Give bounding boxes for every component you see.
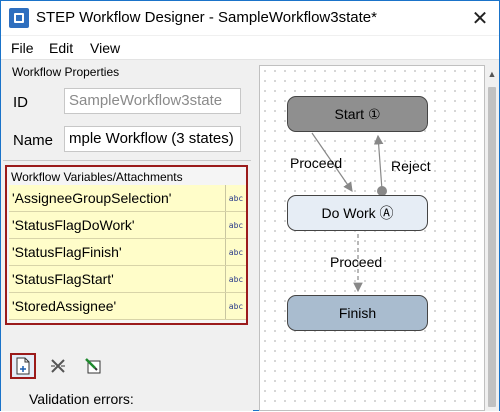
window-title: STEP Workflow Designer - SampleWorkflow3… — [36, 9, 377, 26]
app-window: STEP Workflow Designer - SampleWorkflow3… — [0, 0, 500, 411]
transition-label: Reject — [391, 158, 431, 174]
variable-name: 'StoredAssignee' — [9, 293, 226, 319]
list-item[interactable]: 'StoredAssignee' abc — [9, 293, 246, 320]
name-field[interactable]: mple Workflow (3 states) — [64, 126, 241, 152]
transition-label: Proceed — [290, 155, 343, 171]
workflow-diagram-canvas[interactable]: Start ① Do Work Ⓐ Finish Proceed Reject … — [259, 65, 485, 411]
scroll-thumb[interactable] — [488, 87, 496, 407]
state-finish[interactable]: Finish — [287, 295, 428, 331]
list-item[interactable]: 'AssigneeGroupSelection' abc — [9, 185, 246, 212]
variables-heading: Workflow Variables/Attachments — [11, 170, 183, 184]
list-item[interactable]: 'StatusFlagDoWork' abc — [9, 212, 246, 239]
id-label: ID — [13, 94, 28, 111]
add-variable-icon — [16, 357, 30, 375]
name-label: Name — [13, 132, 54, 149]
title-bar[interactable]: STEP Workflow Designer - SampleWorkflow3… — [1, 1, 499, 35]
variables-list: 'AssigneeGroupSelection' abc 'StatusFlag… — [9, 185, 246, 320]
edit-variable-button[interactable] — [80, 353, 106, 379]
properties-panel: Workflow Properties ID SampleWorkflow3st… — [1, 61, 253, 411]
delete-variable-button[interactable] — [45, 353, 71, 379]
section-divider — [3, 160, 251, 161]
state-label: Finish — [338, 305, 377, 321]
state-label: Do Work Ⓐ — [321, 205, 394, 221]
variable-name: 'StatusFlagFinish' — [9, 239, 226, 265]
state-start[interactable]: Start ① — [287, 96, 428, 132]
state-do-work[interactable]: Do Work Ⓐ — [287, 195, 428, 231]
add-variable-button[interactable] — [10, 353, 36, 379]
menu-file[interactable]: File — [11, 40, 34, 56]
list-item[interactable]: 'StatusFlagStart' abc — [9, 266, 246, 293]
variable-name: 'StatusFlagDoWork' — [9, 212, 226, 238]
variable-name: 'StatusFlagStart' — [9, 266, 226, 292]
edit-variable-icon — [85, 358, 101, 374]
text-type-icon: abc — [228, 301, 244, 311]
validation-errors-label: Validation errors: — [29, 391, 134, 407]
close-button[interactable]: ✕ — [465, 3, 495, 33]
reject-arrow[interactable] — [373, 134, 384, 191]
text-type-icon: abc — [228, 220, 244, 230]
variable-name: 'AssigneeGroupSelection' — [9, 185, 226, 211]
scroll-up-icon[interactable]: ▲ — [485, 69, 499, 79]
close-icon: ✕ — [471, 6, 489, 30]
text-type-icon: abc — [228, 247, 244, 257]
menu-edit[interactable]: Edit — [49, 40, 73, 56]
delete-variable-icon — [51, 359, 65, 373]
variables-section: Workflow Variables/Attachments 'Assignee… — [5, 165, 248, 325]
menu-view[interactable]: View — [90, 40, 120, 56]
id-field[interactable]: SampleWorkflow3state — [64, 88, 241, 114]
vertical-scrollbar[interactable]: ▲ — [485, 65, 499, 411]
state-label: Start ① — [334, 105, 381, 122]
list-item[interactable]: 'StatusFlagFinish' abc — [9, 239, 246, 266]
app-icon — [9, 8, 29, 28]
transition-label: Proceed — [330, 254, 383, 270]
menu-bar: File Edit View — [1, 36, 499, 60]
workflow-properties-heading: Workflow Properties — [12, 65, 120, 79]
text-type-icon: abc — [228, 274, 244, 284]
text-type-icon: abc — [228, 193, 244, 203]
